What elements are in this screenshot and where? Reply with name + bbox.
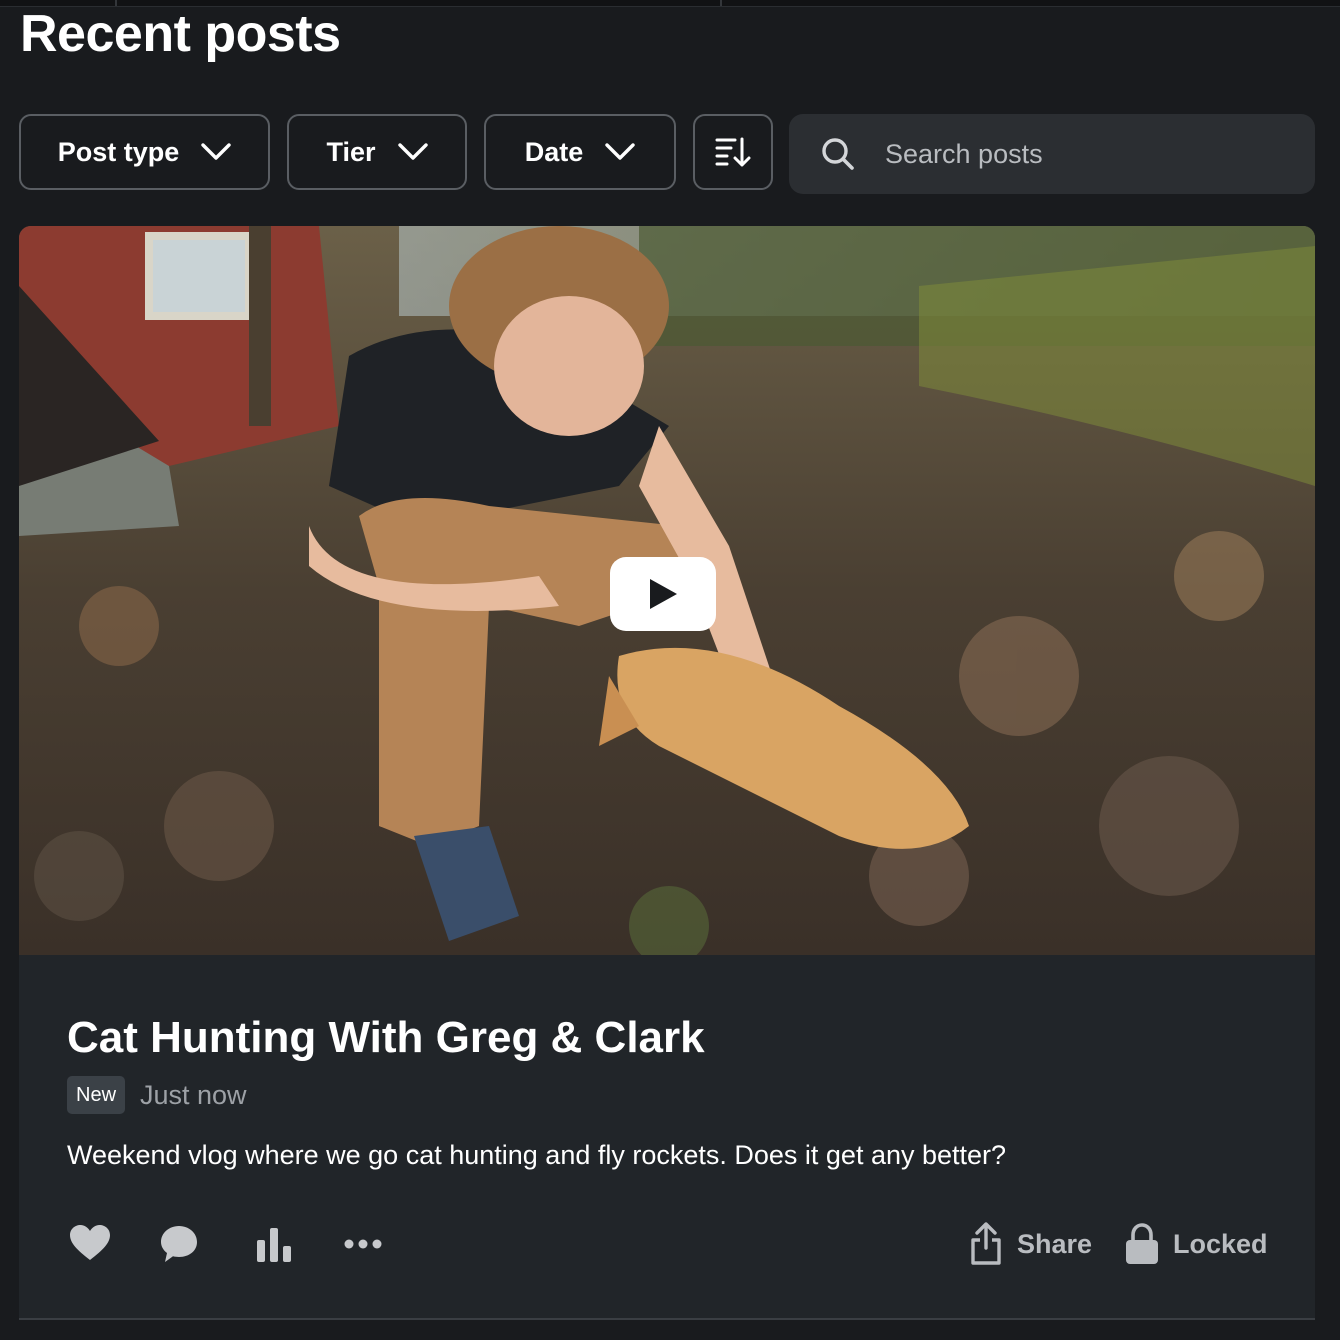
page-title: Recent posts bbox=[20, 5, 341, 63]
top-divider-tick bbox=[720, 0, 722, 6]
comment-icon bbox=[161, 1226, 197, 1262]
more-dots-icon bbox=[344, 1239, 382, 1249]
post-type-dropdown[interactable]: Post type bbox=[19, 114, 270, 190]
sort-descending-icon bbox=[715, 137, 751, 167]
locked-indicator[interactable]: Locked bbox=[1125, 1223, 1268, 1265]
play-button[interactable] bbox=[610, 557, 716, 631]
bar-chart-icon bbox=[257, 1228, 291, 1262]
comment-button[interactable] bbox=[159, 1224, 199, 1264]
date-label: Date bbox=[524, 136, 584, 167]
chevron-down-icon bbox=[201, 143, 231, 160]
post-timestamp: Just now bbox=[140, 1080, 247, 1110]
new-badge: New bbox=[67, 1076, 126, 1114]
chevron-down-icon bbox=[397, 143, 428, 160]
date-dropdown[interactable]: Date bbox=[484, 114, 676, 190]
post-description: Weekend vlog where we go cat hunting and… bbox=[67, 1140, 1007, 1170]
share-button[interactable]: Share bbox=[969, 1222, 1092, 1266]
post-actions: Share Locked bbox=[19, 1216, 1315, 1276]
like-button[interactable] bbox=[69, 1224, 111, 1262]
share-label: Share bbox=[1017, 1228, 1093, 1259]
more-options-button[interactable] bbox=[343, 1238, 383, 1250]
locked-label: Locked bbox=[1173, 1228, 1268, 1259]
post-title[interactable]: Cat Hunting With Greg & Clark bbox=[67, 1012, 705, 1064]
search-box[interactable] bbox=[789, 114, 1315, 194]
lock-icon bbox=[1126, 1223, 1158, 1264]
heart-icon bbox=[70, 1225, 110, 1260]
search-icon bbox=[822, 138, 854, 170]
video-thumbnail[interactable] bbox=[19, 226, 1315, 955]
stats-button[interactable] bbox=[255, 1226, 295, 1262]
post-type-label: Post type bbox=[57, 136, 180, 167]
tier-label: Tier bbox=[326, 136, 376, 167]
share-icon bbox=[971, 1222, 1001, 1265]
post-card[interactable]: Cat Hunting With Greg & Clark New Just n… bbox=[19, 226, 1315, 1319]
tier-dropdown[interactable]: Tier bbox=[287, 114, 467, 190]
card-bottom-divider bbox=[19, 1318, 1315, 1320]
chevron-down-icon bbox=[605, 143, 635, 160]
play-icon bbox=[650, 579, 677, 609]
search-input[interactable] bbox=[883, 137, 1287, 171]
sort-button[interactable] bbox=[693, 114, 773, 190]
